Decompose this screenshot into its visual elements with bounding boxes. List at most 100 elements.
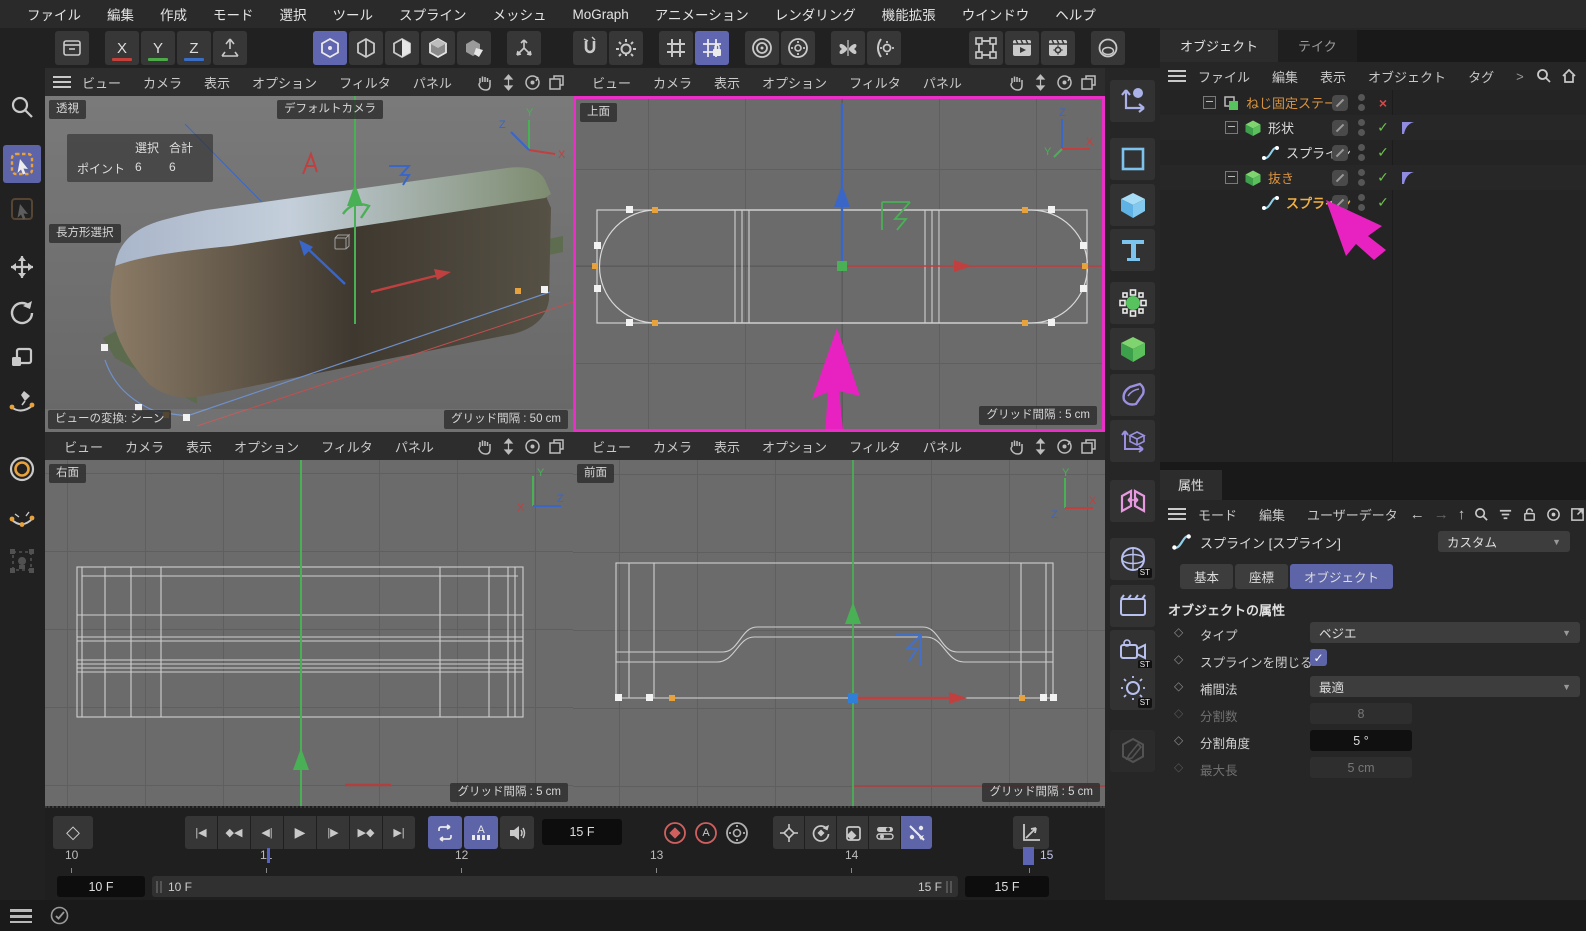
- search-icon[interactable]: [1536, 68, 1552, 84]
- record-keyframe-button[interactable]: ◇: [53, 816, 93, 849]
- render-to-picture-viewer-button[interactable]: [1005, 31, 1039, 65]
- vp-menu-view[interactable]: ビュー: [53, 437, 114, 456]
- spline-primitive-button[interactable]: [1110, 138, 1155, 180]
- orbit-icon[interactable]: [524, 438, 541, 455]
- stage-object-button[interactable]: [1110, 585, 1155, 627]
- modeling-settings-button[interactable]: [867, 31, 901, 65]
- object-label[interactable]: 抜き: [1268, 168, 1294, 187]
- cage-deform-tool[interactable]: [3, 542, 41, 580]
- tab-coordinates[interactable]: 座標: [1235, 564, 1288, 589]
- autokey-toggle-button[interactable]: A: [691, 816, 721, 849]
- menu-select[interactable]: 選択: [267, 4, 320, 24]
- disabled-mark[interactable]: ×: [1374, 95, 1392, 111]
- playhead[interactable]: [1023, 847, 1034, 865]
- panel-menu-icon[interactable]: [1168, 70, 1186, 82]
- tab-attributes[interactable]: 属性: [1160, 470, 1222, 500]
- vp-menu-panel[interactable]: パネル: [912, 73, 973, 92]
- range-start-field[interactable]: 10 F: [57, 876, 145, 897]
- cube-primitive-button[interactable]: [1110, 184, 1155, 226]
- circle-spline-tool[interactable]: [3, 450, 41, 488]
- om-menu-view[interactable]: 表示: [1310, 67, 1356, 86]
- tab-basic[interactable]: 基本: [1180, 564, 1233, 589]
- viewport-front-canvas[interactable]: 前面 Y X Z グリッド間隔 : 5 cm: [573, 460, 1105, 806]
- range-end-field[interactable]: 15 F: [965, 876, 1049, 897]
- deformer-button[interactable]: [1110, 374, 1155, 416]
- vp-menu-panel[interactable]: パネル: [384, 437, 445, 456]
- goto-start-button[interactable]: |◀: [185, 816, 217, 849]
- menu-extensions[interactable]: 機能拡張: [869, 4, 949, 24]
- light-object-button[interactable]: ST: [1110, 668, 1155, 710]
- move-tool[interactable]: [3, 248, 41, 286]
- simulation-button[interactable]: [1091, 31, 1125, 65]
- undo-history-button[interactable]: [55, 31, 89, 65]
- toggle-view-icon[interactable]: [1080, 74, 1097, 91]
- viewport-right-canvas[interactable]: 右面 X Z Y グリッド間隔 : 5 cm: [45, 460, 573, 806]
- play-sound-button[interactable]: [500, 816, 534, 849]
- find-button[interactable]: [3, 88, 41, 126]
- key-position-toggle[interactable]: [773, 816, 804, 849]
- dolly-icon[interactable]: [1032, 74, 1049, 91]
- rotate-tool[interactable]: [3, 293, 41, 331]
- attr-menu-mode[interactable]: モード: [1188, 505, 1247, 524]
- volume-generator-button[interactable]: [1110, 328, 1155, 370]
- attr-menu-edit[interactable]: 編集: [1249, 505, 1295, 524]
- tree-row-cutout[interactable]: 抜き ✓: [1160, 165, 1586, 190]
- layer-toggle-icon[interactable]: [1332, 120, 1348, 136]
- arc-spline-tool[interactable]: [3, 502, 41, 540]
- visibility-dots[interactable]: [1358, 119, 1365, 136]
- render-view-button[interactable]: [745, 31, 779, 65]
- edge-mode-button[interactable]: [349, 31, 383, 65]
- target-icon[interactable]: [1546, 507, 1561, 522]
- pan-hand-icon[interactable]: [1008, 74, 1025, 91]
- sky-object-button[interactable]: ST: [1110, 538, 1155, 580]
- layer-toggle-icon[interactable]: [1332, 95, 1348, 111]
- vp-menu-display[interactable]: 表示: [193, 73, 241, 92]
- vp-menu-options[interactable]: オプション: [751, 437, 838, 456]
- toggle-view-icon[interactable]: [1080, 438, 1097, 455]
- collapse-icon[interactable]: [1225, 171, 1238, 184]
- dolly-icon[interactable]: [1032, 438, 1049, 455]
- snap-button[interactable]: [573, 31, 607, 65]
- camera-object-button[interactable]: ST: [1110, 630, 1155, 672]
- phong-tag-icon[interactable]: [1400, 120, 1416, 136]
- type-dropdown[interactable]: ベジエ ▼: [1310, 622, 1580, 643]
- vp-menu-filter[interactable]: フィルタ: [838, 73, 912, 92]
- keyframe-settings-button[interactable]: [722, 816, 752, 849]
- external-panel-icon[interactable]: [1570, 507, 1585, 522]
- menu-animation[interactable]: アニメーション: [642, 4, 762, 24]
- previous-key-button[interactable]: ◆◀: [218, 816, 250, 849]
- vp-menu-filter[interactable]: フィルタ: [310, 437, 384, 456]
- workplane-button[interactable]: [213, 31, 247, 65]
- render-settings-button[interactable]: [781, 31, 815, 65]
- spline-pen-tool[interactable]: [3, 383, 41, 421]
- menu-rendering[interactable]: レンダリング: [762, 4, 869, 24]
- tree-row-spline-shape[interactable]: スプライン ✓: [1160, 140, 1586, 165]
- vp-menu-view[interactable]: ビュー: [71, 73, 132, 92]
- dolly-icon[interactable]: [500, 74, 517, 91]
- key-scale-toggle[interactable]: [837, 816, 868, 849]
- play-button[interactable]: ▶: [284, 816, 316, 849]
- live-selection-tool[interactable]: [3, 145, 41, 183]
- key-diamond-icon[interactable]: ◇: [1174, 625, 1183, 639]
- viewport-top-canvas[interactable]: 上面 Z X Y グリッド間隔 : 5 cm: [573, 96, 1105, 432]
- play-all-frames-button[interactable]: A: [464, 816, 498, 849]
- current-frame-field[interactable]: 15 F: [542, 819, 622, 845]
- ruler-tick-10[interactable]: 10: [65, 848, 78, 862]
- dolly-icon[interactable]: [500, 438, 517, 455]
- tab-object[interactable]: オブジェクト: [1290, 564, 1393, 589]
- grid-quantize-button[interactable]: [659, 31, 693, 65]
- history-forward-icon[interactable]: →: [1434, 506, 1449, 523]
- model-mode-button[interactable]: [421, 31, 455, 65]
- menu-mode[interactable]: モード: [200, 4, 267, 24]
- enabled-mark[interactable]: ✓: [1374, 169, 1392, 186]
- object-label[interactable]: 形状: [1268, 118, 1294, 137]
- menu-file[interactable]: ファイル: [14, 4, 94, 24]
- key-parameter-toggle[interactable]: [869, 816, 900, 849]
- ruler-tick-12[interactable]: 12: [455, 848, 468, 862]
- preset-dropdown[interactable]: カスタム ▼: [1438, 531, 1570, 552]
- generator-button[interactable]: [1110, 282, 1155, 324]
- menu-mesh[interactable]: メッシュ: [480, 4, 560, 24]
- pan-hand-icon[interactable]: [1008, 438, 1025, 455]
- history-back-icon[interactable]: ←: [1410, 506, 1425, 523]
- om-menu-overflow[interactable]: >: [1506, 69, 1534, 84]
